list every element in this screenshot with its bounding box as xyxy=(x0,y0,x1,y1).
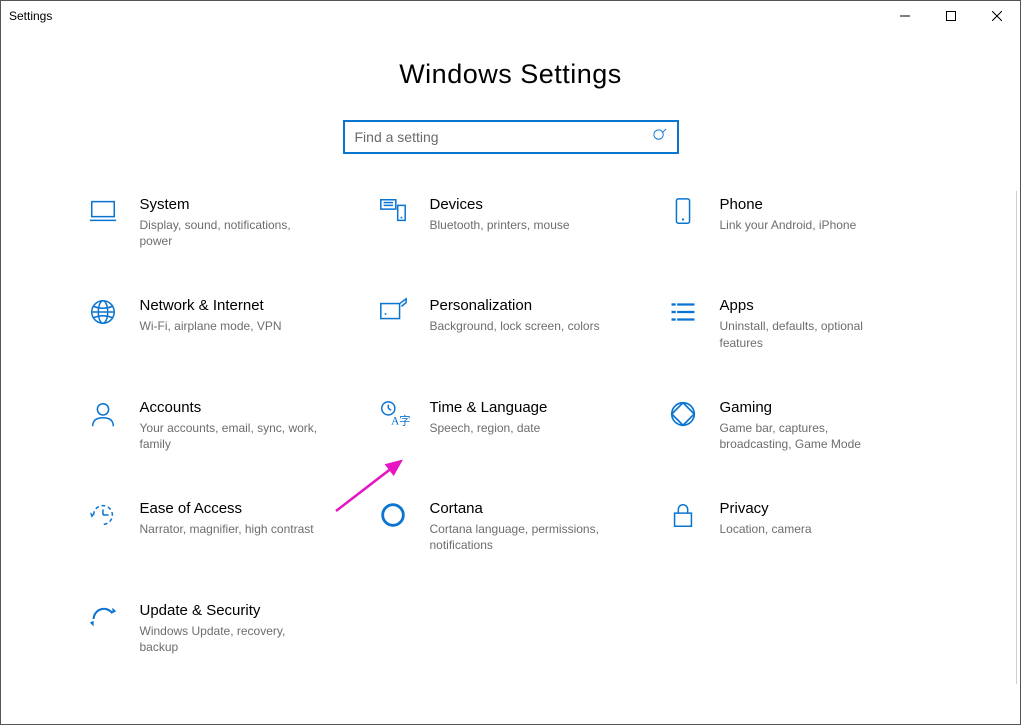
tile-title: Apps xyxy=(720,297,900,314)
tile-sub: Bluetooth, printers, mouse xyxy=(430,217,570,233)
search-placeholder: Find a setting xyxy=(355,129,439,145)
tile-gaming[interactable]: Gaming Game bar, captures, broadcasting,… xyxy=(656,397,946,452)
tile-sub: Cortana language, permissions, notificat… xyxy=(430,521,610,553)
page-title: Windows Settings xyxy=(1,31,1020,90)
svg-text:A字: A字 xyxy=(391,413,410,427)
tile-phone[interactable]: Phone Link your Android, iPhone xyxy=(656,194,946,249)
tile-sub: Location, camera xyxy=(720,521,812,537)
tile-title: Phone xyxy=(720,196,857,213)
gaming-icon xyxy=(666,397,700,431)
cortana-icon xyxy=(376,498,410,532)
tile-devices[interactable]: Devices Bluetooth, printers, mouse xyxy=(366,194,656,249)
tile-privacy[interactable]: Privacy Location, camera xyxy=(656,498,946,553)
tile-apps[interactable]: Apps Uninstall, defaults, optional featu… xyxy=(656,295,946,350)
devices-icon xyxy=(376,194,410,228)
minimize-button[interactable] xyxy=(882,1,928,31)
minimize-icon xyxy=(900,11,910,21)
window-controls xyxy=(882,1,1020,31)
tile-ease-of-access[interactable]: Ease of Access Narrator, magnifier, high… xyxy=(76,498,366,553)
tile-personalization[interactable]: Personalization Background, lock screen,… xyxy=(366,295,656,350)
titlebar: Settings xyxy=(1,1,1020,31)
tile-time-language[interactable]: A字 Time & Language Speech, region, date xyxy=(366,397,656,452)
tile-title: Gaming xyxy=(720,399,900,416)
personalization-icon xyxy=(376,295,410,329)
phone-icon xyxy=(666,194,700,228)
tile-update-security[interactable]: Update & Security Windows Update, recove… xyxy=(76,600,366,655)
settings-window: Settings Windows Settings Find a setting xyxy=(0,0,1021,725)
tile-sub: Display, sound, notifications, power xyxy=(140,217,320,249)
window-title: Settings xyxy=(9,9,52,23)
apps-icon xyxy=(666,295,700,329)
lock-icon xyxy=(666,498,700,532)
tile-title: Cortana xyxy=(430,500,610,517)
accounts-icon xyxy=(86,397,120,431)
tile-sub: Uninstall, defaults, optional features xyxy=(720,318,900,350)
search-input[interactable]: Find a setting xyxy=(343,120,679,154)
time-language-icon: A字 xyxy=(376,397,410,431)
tile-sub: Background, lock screen, colors xyxy=(430,318,600,334)
tile-title: Ease of Access xyxy=(140,500,314,517)
tile-title: Personalization xyxy=(430,297,600,314)
tile-sub: Game bar, captures, broadcasting, Game M… xyxy=(720,420,900,452)
tile-network[interactable]: Network & Internet Wi-Fi, airplane mode,… xyxy=(76,295,366,350)
tile-sub: Wi-Fi, airplane mode, VPN xyxy=(140,318,282,334)
tile-title: Update & Security xyxy=(140,602,320,619)
tile-cortana[interactable]: Cortana Cortana language, permissions, n… xyxy=(366,498,656,553)
maximize-icon xyxy=(946,11,956,21)
tile-sub: Narrator, magnifier, high contrast xyxy=(140,521,314,537)
tile-sub: Link your Android, iPhone xyxy=(720,217,857,233)
tile-title: System xyxy=(140,196,320,213)
tile-sub: Your accounts, email, sync, work, family xyxy=(140,420,320,452)
page-body: Windows Settings Find a setting xyxy=(1,31,1020,724)
scrollbar[interactable] xyxy=(1016,191,1017,684)
search-icon xyxy=(652,128,667,146)
tile-title: Privacy xyxy=(720,500,812,517)
close-icon xyxy=(992,11,1002,21)
tile-title: Network & Internet xyxy=(140,297,282,314)
tile-sub: Speech, region, date xyxy=(430,420,548,436)
tile-title: Devices xyxy=(430,196,570,213)
settings-grid: System Display, sound, notifications, po… xyxy=(76,194,946,655)
system-icon xyxy=(86,194,120,228)
maximize-button[interactable] xyxy=(928,1,974,31)
tile-accounts[interactable]: Accounts Your accounts, email, sync, wor… xyxy=(76,397,366,452)
close-button[interactable] xyxy=(974,1,1020,31)
globe-icon xyxy=(86,295,120,329)
tile-system[interactable]: System Display, sound, notifications, po… xyxy=(76,194,366,249)
update-icon xyxy=(86,600,120,634)
tile-sub: Windows Update, recovery, backup xyxy=(140,623,320,655)
ease-of-access-icon xyxy=(86,498,120,532)
tile-title: Time & Language xyxy=(430,399,548,416)
tile-title: Accounts xyxy=(140,399,320,416)
